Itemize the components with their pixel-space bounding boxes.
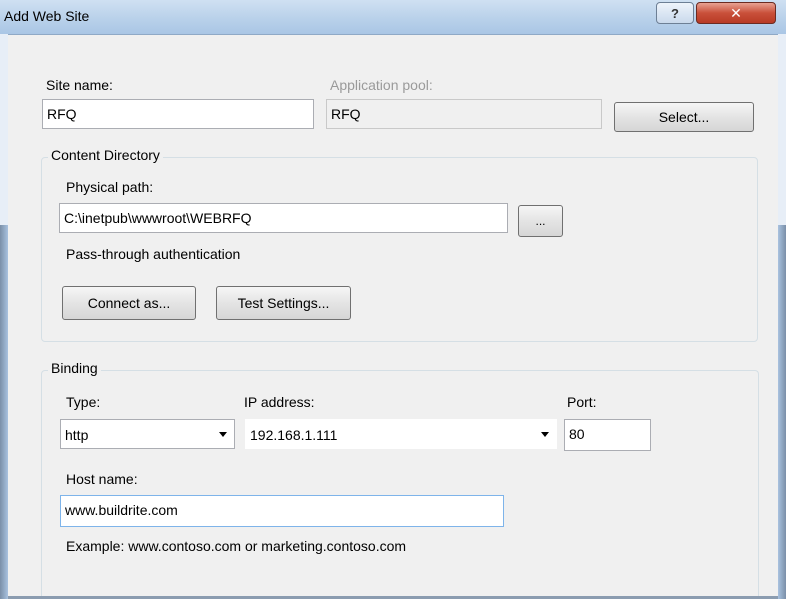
- binding-group: [41, 370, 759, 599]
- ip-address-label: IP address:: [244, 394, 315, 410]
- binding-title: Binding: [48, 360, 101, 376]
- content-directory-title: Content Directory: [48, 147, 163, 163]
- host-name-label: Host name:: [66, 471, 138, 487]
- title-bar[interactable]: Add Web Site ? ✕: [0, 0, 786, 35]
- chevron-down-icon: [541, 432, 549, 437]
- window-title: Add Web Site: [4, 8, 90, 24]
- host-name-input[interactable]: www.buildrite.com: [60, 495, 504, 527]
- ip-address-dropdown[interactable]: 192.168.1.111: [245, 419, 557, 449]
- close-icon: ✕: [730, 4, 742, 21]
- select-pool-button[interactable]: Select...: [614, 102, 754, 132]
- chevron-down-icon: [219, 432, 227, 437]
- help-icon: ?: [671, 5, 679, 21]
- port-label: Port:: [567, 394, 597, 410]
- window-frame-left: [0, 225, 8, 599]
- physical-path-label: Physical path:: [66, 179, 154, 195]
- close-button[interactable]: ✕: [696, 2, 776, 24]
- type-label: Type:: [66, 394, 101, 410]
- application-pool-label: Application pool:: [330, 77, 433, 93]
- passthrough-auth-text: Pass-through authentication: [66, 246, 241, 262]
- ip-address-value: 192.168.1.111: [250, 427, 338, 443]
- dialog-content: Site name: RFQ Application pool: RFQ Sel…: [8, 35, 778, 599]
- window-frame-right: [778, 225, 786, 599]
- window-frame-left-top: [0, 34, 8, 225]
- help-button[interactable]: ?: [656, 2, 694, 24]
- test-settings-button[interactable]: Test Settings...: [216, 286, 351, 320]
- connect-as-button[interactable]: Connect as...: [62, 286, 196, 320]
- port-input[interactable]: 80: [564, 419, 651, 451]
- type-selected-value: http: [65, 427, 89, 443]
- site-name-input[interactable]: RFQ: [42, 99, 314, 129]
- add-web-site-dialog: Add Web Site ? ✕ Site name: RFQ Applicat…: [0, 0, 786, 599]
- type-dropdown[interactable]: http: [60, 419, 235, 449]
- window-frame-right-top: [778, 34, 786, 225]
- application-pool-field: RFQ: [326, 99, 602, 129]
- physical-path-input[interactable]: C:\inetpub\wwwroot\WEBRFQ: [59, 203, 508, 233]
- browse-path-button[interactable]: ...: [518, 205, 563, 237]
- site-name-label: Site name:: [46, 77, 113, 93]
- host-name-example-text: Example: www.contoso.com or marketing.co…: [66, 538, 407, 554]
